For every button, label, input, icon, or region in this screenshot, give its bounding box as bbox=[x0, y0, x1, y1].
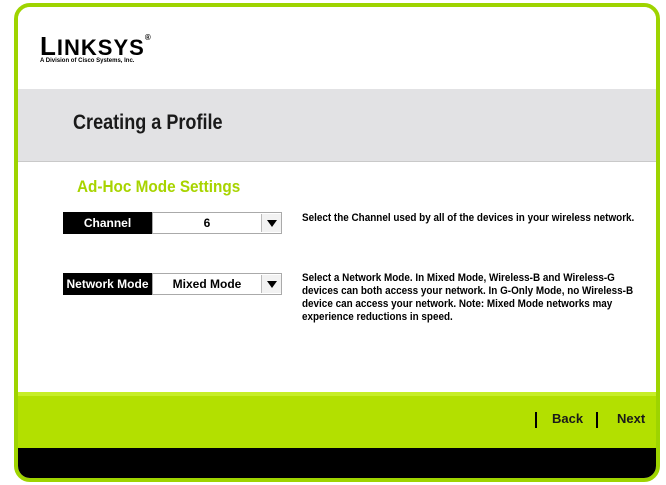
network-mode-label: Network Mode bbox=[63, 273, 152, 295]
channel-value: 6 bbox=[203, 216, 211, 230]
network-mode-description: Select a Network Mode. In Mixed Mode, Wi… bbox=[302, 272, 634, 323]
back-button[interactable]: Back bbox=[552, 411, 583, 426]
footer-bar: Back Next bbox=[18, 392, 656, 448]
channel-description: Select the Channel used by all of the de… bbox=[302, 212, 635, 224]
next-button[interactable]: Next bbox=[617, 411, 645, 426]
nav-separator bbox=[535, 412, 537, 428]
network-mode-value: Mixed Mode bbox=[172, 277, 242, 291]
dropdown-arrow-icon[interactable] bbox=[261, 275, 281, 293]
dropdown-arrow-icon[interactable] bbox=[261, 214, 281, 232]
nav-separator bbox=[596, 412, 598, 428]
title-band: Creating a Profile bbox=[18, 89, 656, 162]
page-title: Creating a Profile bbox=[73, 111, 223, 134]
channel-label: Channel bbox=[63, 212, 152, 234]
network-mode-select[interactable]: Mixed Mode bbox=[152, 273, 282, 295]
footer-highlight bbox=[18, 392, 656, 396]
bottom-bar bbox=[18, 448, 656, 478]
logo-area: LINKSYS® A Division of Cisco Systems, In… bbox=[18, 7, 656, 89]
logo-subtitle: A Division of Cisco Systems, Inc. bbox=[40, 58, 135, 64]
channel-select[interactable]: 6 bbox=[152, 212, 282, 234]
setup-wizard-window: LINKSYS® A Division of Cisco Systems, In… bbox=[14, 3, 660, 482]
section-title: Ad-Hoc Mode Settings bbox=[77, 177, 241, 196]
